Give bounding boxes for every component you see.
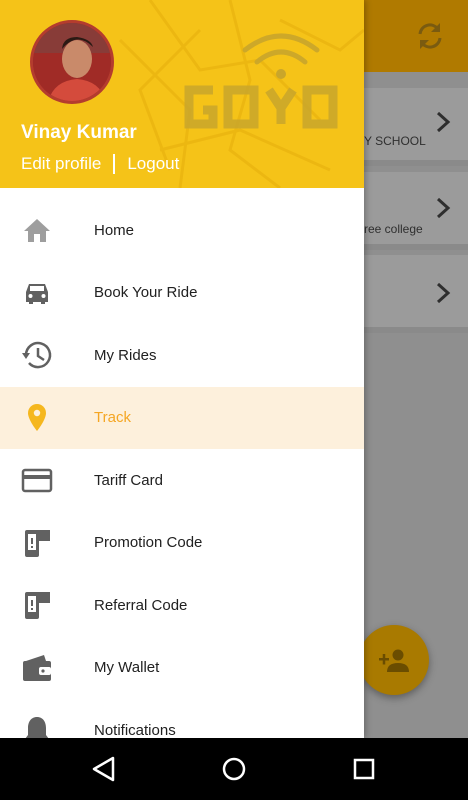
edit-profile-link[interactable]: Edit profile <box>21 154 101 174</box>
link-divider <box>113 154 116 174</box>
wallet-icon <box>23 654 51 681</box>
profile-links: Edit profile Logout <box>21 154 179 174</box>
menu-item-tariff-card[interactable]: Tariff Card <box>0 449 364 512</box>
recents-icon[interactable] <box>349 754 379 784</box>
menu-item-track[interactable]: Track <box>0 386 364 449</box>
history-icon <box>22 342 52 369</box>
chevron-right-icon <box>436 282 451 304</box>
card-icon <box>21 469 53 493</box>
menu-item-promotion-code[interactable]: Promotion Code <box>0 512 364 575</box>
goyo-logo <box>184 33 338 129</box>
menu-item-referral-code[interactable]: Referral Code <box>0 574 364 637</box>
logout-link[interactable]: Logout <box>127 154 179 174</box>
menu-item-label: My Wallet <box>94 659 160 677</box>
background-row-text: ree college <box>364 222 423 236</box>
menu-item-home[interactable]: Home <box>0 199 364 262</box>
drawer-header: Vinay Kumar Edit profile Logout <box>0 0 364 188</box>
navigation-drawer: Vinay Kumar Edit profile Logout Home Boo… <box>0 0 364 738</box>
menu-item-label: Notifications <box>94 721 176 738</box>
add-people-fab[interactable] <box>359 625 429 695</box>
car-icon <box>26 283 48 304</box>
menu-item-label: My Rides <box>94 346 157 364</box>
refresh-icon[interactable] <box>414 20 446 52</box>
chevron-right-icon <box>436 197 451 219</box>
background-row-text: Y SCHOOL <box>364 134 426 148</box>
menu-item-label: Track <box>94 409 131 427</box>
menu-item-label: Referral Code <box>94 596 188 614</box>
menu-item-my-wallet[interactable]: My Wallet <box>0 637 364 700</box>
drawer-menu: Home Book Your Ride My Rides Track Tarif… <box>0 199 364 738</box>
menu-item-label: Book Your Ride <box>94 284 198 302</box>
home-circle-icon[interactable] <box>219 754 249 784</box>
group-add-icon <box>379 649 409 672</box>
menu-item-book-your-ride[interactable]: Book Your Ride <box>0 262 364 325</box>
home-icon <box>24 219 50 243</box>
back-icon[interactable] <box>89 754 119 784</box>
avatar[interactable] <box>30 20 114 104</box>
user-name: Vinay Kumar <box>21 122 137 143</box>
system-navigation-bar <box>0 738 468 800</box>
menu-item-label: Promotion Code <box>94 534 203 552</box>
menu-item-label: Tariff Card <box>94 471 163 489</box>
promo-code-icon <box>25 529 50 557</box>
referral-code-icon <box>25 592 50 620</box>
menu-item-label: Home <box>94 221 135 239</box>
bell-icon <box>25 717 49 738</box>
menu-item-notifications[interactable]: Notifications <box>0 699 364 738</box>
menu-item-my-rides[interactable]: My Rides <box>0 324 364 387</box>
location-pin-icon <box>28 403 46 431</box>
chevron-right-icon <box>436 111 451 133</box>
